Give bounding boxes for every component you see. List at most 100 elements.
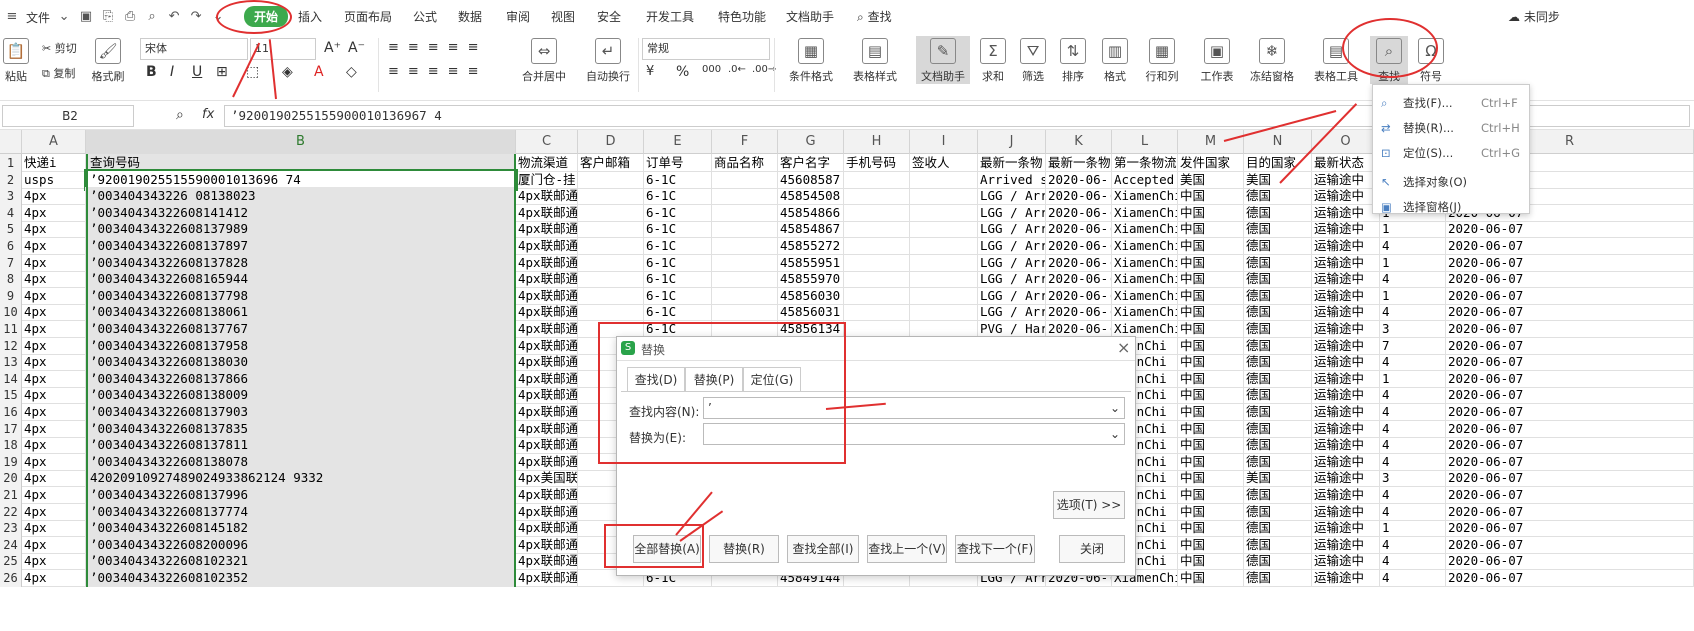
table-cell[interactable]: 4px联邮通 [516, 452, 578, 471]
table-cell[interactable]: ’00340434322608165944 [86, 270, 516, 289]
table-cell[interactable]: 2020-06-07 [1446, 403, 1694, 421]
format-painter-button[interactable]: 🖌 格式刷 [90, 38, 126, 84]
table-cell[interactable] [578, 170, 644, 189]
table-cell[interactable]: 6-1C [644, 170, 712, 189]
thousands-icon[interactable]: 000 [702, 64, 721, 75]
table-cell[interactable]: 4px [22, 486, 86, 504]
table-cell[interactable]: 运输途中 [1312, 486, 1380, 504]
row-number[interactable]: 5 [0, 220, 22, 239]
table-cell[interactable]: 4px联邮通 [516, 286, 578, 305]
tab-features[interactable]: 特色功能 [718, 8, 766, 25]
table-cell[interactable]: 中国 [1178, 336, 1244, 355]
table-cell[interactable]: 目的国家 [1244, 154, 1312, 172]
table-cell[interactable]: 4px联邮通 [516, 270, 578, 289]
table-cell[interactable]: 2020-06-07 [1446, 253, 1694, 272]
table-cell[interactable]: 最新一条物 [1046, 154, 1112, 172]
font-select[interactable]: 宋体 [140, 38, 248, 60]
table-cell[interactable]: 德国 [1244, 552, 1312, 571]
table-cell[interactable]: LGG / Arr [978, 220, 1046, 239]
table-cell[interactable]: 2020-06-07 [1446, 303, 1694, 322]
table-cell[interactable]: ’00340434322608137767 [86, 320, 516, 338]
table-cell[interactable]: 运输途中 [1312, 170, 1380, 189]
table-cell[interactable]: 45855970 [778, 270, 844, 289]
table-cell[interactable]: 4px [22, 303, 86, 322]
table-cell[interactable]: 德国 [1244, 270, 1312, 289]
tab-developer[interactable]: 开发工具 [646, 8, 694, 25]
table-cell[interactable]: 4px [22, 336, 86, 355]
table-cell[interactable]: 2020-06-( [1046, 253, 1112, 272]
row-number[interactable]: 10 [0, 303, 22, 322]
table-cell[interactable]: ’00340434322608137835 [86, 419, 516, 438]
table-cell[interactable]: 45854866 [778, 203, 844, 222]
table-cell[interactable]: 商品名称 [712, 154, 778, 172]
file-menu[interactable]: 文件 [26, 9, 50, 26]
table-cell[interactable]: 2020-06-( [1046, 270, 1112, 289]
table-cell[interactable]: 中国 [1178, 220, 1244, 239]
cut-button[interactable]: ✂ 剪切 [42, 40, 77, 56]
table-cell[interactable]: 4px美国联 [516, 469, 578, 488]
table-cell[interactable]: 4 [1380, 569, 1446, 587]
table-cell[interactable] [910, 270, 978, 289]
table-cell[interactable]: 2020-06-07 [1446, 452, 1694, 471]
table-cell[interactable]: ’920019025515590001013696 74 [84, 168, 518, 191]
table-cell[interactable]: ’00340434322608137798 [86, 286, 516, 305]
table-cell[interactable] [844, 286, 910, 305]
table-cell[interactable]: 2020-06-( [1046, 303, 1112, 322]
table-cell[interactable]: 6-1C [644, 253, 712, 272]
table-cell[interactable]: 4px [22, 502, 86, 521]
table-cell[interactable]: 中国 [1178, 569, 1244, 587]
column-header[interactable]: C [516, 130, 578, 154]
row-number[interactable]: 15 [0, 386, 22, 405]
table-cell[interactable]: 中国 [1178, 519, 1244, 538]
table-cell[interactable]: 中国 [1178, 369, 1244, 388]
table-cell[interactable]: 4px联邮通 [516, 502, 578, 521]
table-cell[interactable]: 查询号码 [86, 154, 516, 172]
table-cell[interactable]: 德国 [1244, 286, 1312, 305]
table-cell[interactable] [578, 270, 644, 289]
table-cell[interactable]: 6-1C [644, 203, 712, 222]
menu-item[interactable]: ⊡ 定位(S)... Ctrl+G [1373, 141, 1531, 165]
table-cell[interactable]: 运输途中 [1312, 469, 1380, 488]
row-number[interactable]: 8 [0, 270, 22, 289]
table-cell[interactable]: 2020-06-07 [1446, 535, 1694, 554]
table-cell[interactable]: 运输途中 [1312, 353, 1380, 372]
bold-icon[interactable]: B [146, 64, 157, 80]
table-cell[interactable]: 德国 [1244, 419, 1312, 438]
select-all-corner[interactable] [0, 130, 22, 154]
options-button[interactable]: 选项(T) >> [1053, 491, 1125, 519]
table-cell[interactable] [712, 303, 778, 322]
table-cell[interactable]: 4 [1380, 270, 1446, 289]
table-cell[interactable]: 4 [1380, 552, 1446, 571]
table-cell[interactable]: 4 [1380, 237, 1446, 255]
table-cell[interactable]: 2020-06-07 [1446, 519, 1694, 538]
menu-icon[interactable]: ≡ [4, 9, 20, 25]
table-cell[interactable]: 最新一条物 [978, 154, 1046, 172]
table-cell[interactable]: 手机号码 [844, 154, 910, 172]
table-cell[interactable]: 4px联邮通 [516, 403, 578, 421]
table-cell[interactable]: 运输途中 [1312, 369, 1380, 388]
row-number[interactable]: 22 [0, 502, 22, 521]
table-cell[interactable]: 4px [22, 519, 86, 538]
table-cell[interactable]: 运输途中 [1312, 320, 1380, 338]
name-box[interactable]: B2 [2, 105, 134, 127]
undo-icon[interactable]: ↶ [166, 9, 182, 25]
table-cell[interactable]: 中国 [1178, 486, 1244, 504]
table-cell[interactable]: 运输途中 [1312, 436, 1380, 455]
table-cell[interactable]: 4 [1380, 502, 1446, 521]
row-number[interactable]: 11 [0, 320, 22, 338]
table-cell[interactable]: 4px联邮通 [516, 320, 578, 338]
font-size-select[interactable]: 11 [250, 38, 316, 60]
table-cell[interactable]: 4px联邮通 [516, 187, 578, 206]
table-cell[interactable]: 4px [22, 369, 86, 388]
table-cell[interactable]: 4px联邮通 [516, 552, 578, 571]
close-button[interactable]: 关闭 [1059, 535, 1125, 563]
table-cell[interactable]: 德国 [1244, 336, 1312, 355]
table-cell[interactable]: 德国 [1244, 535, 1312, 554]
merge-button[interactable]: ⇔ 合并居中 [516, 38, 572, 84]
decrease-decimal-icon[interactable]: .00→ [752, 64, 776, 75]
table-cell[interactable] [910, 187, 978, 206]
table-cell[interactable]: 德国 [1244, 303, 1312, 322]
table-cell[interactable]: 1 [1380, 369, 1446, 388]
table-cell[interactable]: 2020-06-07 [1446, 336, 1694, 355]
table-cell[interactable]: 4px联邮通 [516, 336, 578, 355]
